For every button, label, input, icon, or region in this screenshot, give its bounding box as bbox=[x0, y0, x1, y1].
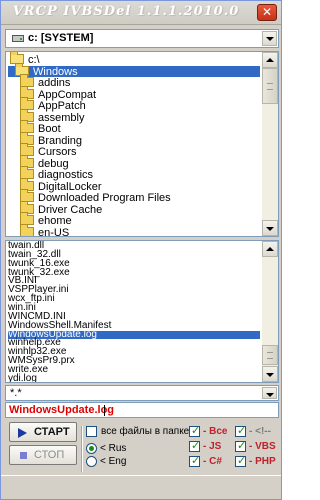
folder-label: AppCompat bbox=[38, 88, 97, 101]
scroll-down-icon[interactable] bbox=[262, 220, 278, 236]
folder-label: assembly bbox=[38, 111, 85, 124]
folder-list-item[interactable]: DigitalLocker bbox=[8, 177, 260, 193]
scroll-up-icon[interactable] bbox=[262, 241, 278, 257]
folder-label: AppPatch bbox=[38, 100, 86, 112]
text-caret bbox=[104, 405, 105, 416]
folder-list-item[interactable]: Windows bbox=[8, 62, 260, 78]
eng-radio[interactable] bbox=[86, 456, 97, 467]
vbs-checkbox[interactable] bbox=[235, 439, 246, 452]
folder-list-item[interactable]: ehome bbox=[8, 212, 260, 227]
play-icon bbox=[18, 428, 27, 438]
stop-button[interactable]: СТОП bbox=[9, 445, 77, 465]
folder-list-item[interactable]: c:\ bbox=[8, 52, 260, 66]
folder-list-item[interactable]: diagnostics bbox=[8, 166, 260, 181]
folder-scroll-thumb[interactable] bbox=[262, 68, 278, 104]
file-list-item[interactable]: wcx_ftp.ini bbox=[8, 294, 260, 304]
vbs-label: - VBS bbox=[249, 441, 276, 452]
drive-select[interactable]: c: [SYSTEM] bbox=[5, 29, 279, 48]
main-window: VRCP IVBSDel 1.1.1.2010.0 ✕ c: [SYSTEM] … bbox=[0, 0, 282, 500]
controls-divider bbox=[81, 426, 83, 472]
folder-list-item[interactable]: debug bbox=[8, 154, 260, 170]
filter-select[interactable]: *.* bbox=[5, 385, 279, 401]
start-button[interactable]: СТАРТ bbox=[9, 422, 77, 442]
rus-radio[interactable] bbox=[86, 443, 97, 454]
folder-list[interactable]: c:\ Windows addins AppCompat AppPatch assembl… bbox=[5, 51, 279, 237]
eng-label: < Eng bbox=[100, 456, 127, 467]
folder-list-item[interactable]: Driver Cache bbox=[8, 200, 260, 216]
file-list-item[interactable]: twunk_32.exe bbox=[8, 267, 260, 278]
drive-dropdown-arrow-icon[interactable] bbox=[262, 31, 277, 46]
csharp-checkbox[interactable] bbox=[189, 454, 200, 467]
folder-label: en-US bbox=[38, 226, 70, 237]
window-title: VRCP IVBSDel 1.1.1.2010.0 bbox=[12, 4, 240, 19]
folder-label: Cursors bbox=[38, 146, 77, 158]
scroll-up-icon[interactable] bbox=[262, 52, 278, 68]
folder-list-item[interactable]: addins bbox=[8, 74, 260, 89]
folder-list-item[interactable]: AppPatch bbox=[8, 97, 260, 112]
folder-label: Branding bbox=[38, 134, 83, 147]
folder-list-item[interactable]: Downloaded Program Files bbox=[8, 189, 260, 204]
drive-select-value: c: [SYSTEM] bbox=[28, 32, 94, 44]
hard-drive-icon bbox=[12, 35, 24, 42]
folder-list-item[interactable]: AppCompat bbox=[8, 85, 260, 101]
php-label: - PHP bbox=[249, 456, 276, 467]
file-list-item[interactable]: ydi.log bbox=[8, 373, 260, 382]
folder-list-item[interactable]: Branding bbox=[8, 131, 260, 147]
folder-label: debug bbox=[38, 157, 69, 170]
folder-list-item[interactable]: Boot bbox=[8, 120, 260, 135]
stop-icon bbox=[20, 452, 27, 459]
js-label: - JS bbox=[203, 441, 222, 452]
folder-list-item[interactable]: en-US bbox=[8, 223, 260, 237]
folder-label: ehome bbox=[38, 215, 72, 227]
filter-dropdown-arrow-icon[interactable] bbox=[262, 387, 277, 399]
filename-field[interactable]: WindowsUpdate.log bbox=[5, 402, 279, 418]
status-bar bbox=[1, 475, 281, 499]
all-files-label: все файлы в папке bbox=[101, 426, 190, 437]
all-label: - Все bbox=[203, 426, 228, 437]
folder-list-item[interactable]: Cursors bbox=[8, 143, 260, 158]
all-checkbox[interactable] bbox=[189, 424, 200, 437]
all-files-checkbox[interactable] bbox=[86, 426, 97, 437]
filter-select-value: *.* bbox=[10, 387, 22, 399]
folder-list-scrollbar[interactable] bbox=[262, 52, 278, 236]
start-button-label: СТАРТ bbox=[34, 426, 70, 438]
csharp-label: - C# bbox=[203, 456, 222, 467]
comment-label: - <!-- bbox=[249, 426, 271, 437]
folder-label: Downloaded Program Files bbox=[38, 192, 171, 204]
scroll-down-icon[interactable] bbox=[262, 366, 278, 382]
title-bar[interactable]: VRCP IVBSDel 1.1.1.2010.0 ✕ bbox=[1, 1, 281, 25]
filename-value: WindowsUpdate.log bbox=[9, 404, 115, 416]
file-list-item[interactable]: write.exe bbox=[8, 364, 260, 375]
folder-label: DigitalLocker bbox=[38, 180, 102, 193]
file-scroll-thumb[interactable] bbox=[262, 345, 278, 365]
folder-label: Windows bbox=[33, 65, 78, 78]
js-checkbox[interactable] bbox=[189, 439, 200, 452]
folder-icon bbox=[20, 223, 34, 236]
close-icon[interactable]: ✕ bbox=[257, 4, 277, 21]
folder-label: c:\ bbox=[28, 54, 40, 66]
folder-label: Driver Cache bbox=[38, 203, 103, 216]
php-checkbox[interactable] bbox=[235, 454, 246, 467]
file-list[interactable]: twain.dll twain_32.dll twunk_16.exe twunk_3… bbox=[5, 240, 279, 383]
folder-label: diagnostics bbox=[38, 169, 94, 181]
folder-label: addins bbox=[38, 77, 71, 89]
folder-list-item[interactable]: assembly bbox=[8, 108, 260, 124]
comment-checkbox[interactable] bbox=[235, 424, 246, 437]
stop-button-label: СТОП bbox=[34, 449, 65, 461]
rus-label: < Rus bbox=[100, 443, 127, 454]
file-list-scrollbar[interactable] bbox=[262, 241, 278, 382]
folder-label: Boot bbox=[38, 123, 61, 135]
